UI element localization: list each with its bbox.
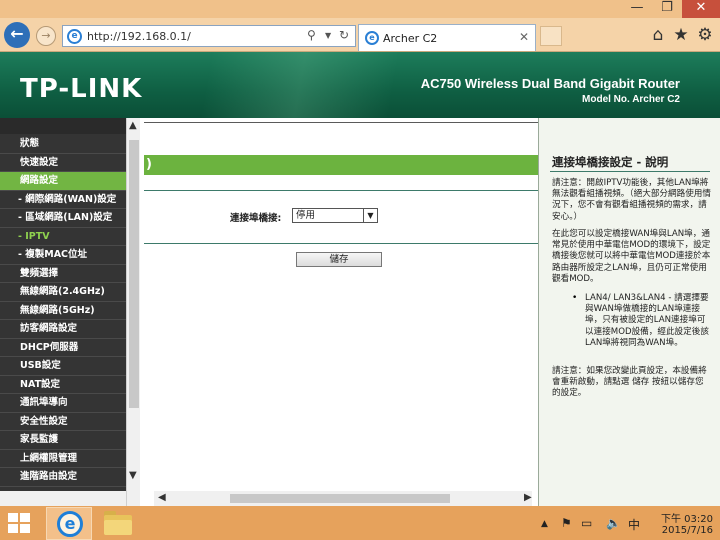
address-bar[interactable]: e ⚲ ▼ ↻ (62, 25, 356, 47)
chevron-down-icon[interactable]: ▼ (363, 209, 377, 222)
main-horizontal-scrollbar[interactable]: ◀ ▶ (154, 491, 532, 506)
menu-list: 狀態 快速設定 網路設定 - 網際網路(WAN)設定 - 區域網路(LAN)設定… (0, 135, 126, 487)
new-tab-button[interactable] (540, 26, 562, 46)
bullet-icon: • (572, 293, 578, 303)
sidebar-item-guest-network[interactable]: 訪客網路設定 (0, 320, 126, 339)
sidebar-item-iptv[interactable]: - IPTV (0, 228, 126, 246)
sidebar-item-quick-setup[interactable]: 快速設定 (0, 154, 126, 172)
ie-tab-icon: e (365, 31, 379, 45)
help-divider (550, 171, 710, 172)
windows-logo-icon (8, 524, 18, 533)
windows-logo-icon (20, 513, 30, 522)
ie-page-icon: e (67, 29, 82, 44)
home-icon[interactable]: ⌂ (648, 25, 668, 45)
maximize-button[interactable]: ❐ (652, 0, 682, 18)
volume-icon[interactable]: 🔈 (606, 516, 621, 530)
sidebar-item-advanced-routing[interactable]: 進階路由設定 (0, 468, 126, 487)
port-bridge-select[interactable]: 停用 ▼ (292, 208, 378, 223)
sidebar-item-dhcp[interactable]: DHCP伺服器 (0, 339, 126, 357)
sidebar-item-mac-clone[interactable]: - 複製MAC位址 (0, 246, 126, 265)
taskbar-ie-button[interactable]: e (46, 507, 92, 540)
sidebar-item-wireless-24[interactable]: 無線網路(2.4GHz) (0, 283, 126, 302)
windows-logo-icon (8, 513, 18, 522)
forward-button[interactable]: → (36, 26, 56, 46)
sidebar-item-wireless-5[interactable]: 無線網路(5GHz) (0, 302, 126, 320)
address-input[interactable] (87, 28, 277, 44)
taskbar-explorer-button[interactable] (104, 511, 132, 535)
windows-logo-icon (20, 524, 30, 533)
tab-archer-c2[interactable]: e Archer C2 ✕ (358, 24, 536, 51)
back-button[interactable]: ← (4, 22, 30, 48)
sidebar-item-usb[interactable]: USB設定 (0, 357, 126, 376)
section-title-bar: ) (144, 155, 540, 175)
sidebar-scrollbar[interactable]: ▲ ▼ (126, 118, 140, 506)
sidebar-item-wan[interactable]: - 網際網路(WAN)設定 (0, 191, 126, 209)
sidebar-scroll-thumb[interactable] (129, 140, 139, 408)
tab-title: Archer C2 (383, 32, 438, 45)
internet-explorer-icon: e (57, 511, 83, 537)
sidebar-item-nat[interactable]: NAT設定 (0, 376, 126, 394)
action-center-flag-icon[interactable]: ⚑ (561, 516, 572, 530)
help-panel: 連接埠橋接設定 - 說明 請注意：開啟IPTV功能後，其他LAN埠將無法觀看組播… (538, 118, 720, 506)
sidebar-item-access-control[interactable]: 上網權限管理 (0, 450, 126, 468)
sidebar-item-status[interactable]: 狀態 (0, 135, 126, 154)
help-paragraph: 在此您可以設定橋接WAN埠與LAN埠，通常見於使用中華電信MOD的環境下，設定橋… (552, 229, 711, 284)
top-divider (144, 122, 542, 123)
scroll-right-icon[interactable]: ▶ (524, 492, 532, 503)
gear-icon[interactable]: ⚙ (695, 25, 715, 45)
sidebar-item-dual-band[interactable]: 雙頻選擇 (0, 265, 126, 283)
sidebar-item-port-forwarding[interactable]: 通訊埠導向 (0, 394, 126, 413)
refresh-icon[interactable]: ↻ (339, 28, 349, 42)
help-paragraph: 請注意：如果您改變此頁設定，本設備將會重新啟動，請點選 儲存 按紐以儲存您的設定… (552, 366, 707, 399)
tp-link-logo: TP-LINK (20, 74, 143, 104)
search-icon[interactable]: ⚲ (307, 28, 316, 42)
address-dropdown-icon[interactable]: ▼ (325, 31, 331, 40)
port-bridge-label: 連接埠橋接: (230, 213, 282, 224)
show-hidden-icons-icon[interactable]: ▲ (541, 519, 548, 529)
clock-date[interactable]: 2015/7/16 (653, 525, 713, 536)
router-header: TP-LINK AC750 Wireless Dual Band Gigabit… (0, 52, 720, 118)
sidebar-item-lan[interactable]: - 區域網路(LAN)設定 (0, 209, 126, 228)
sidebar-menu: 狀態 快速設定 網路設定 - 網際網路(WAN)設定 - 區域網路(LAN)設定… (0, 118, 140, 506)
scroll-down-icon[interactable]: ▼ (129, 470, 137, 481)
tab-close-icon[interactable]: ✕ (519, 30, 529, 44)
help-paragraph: 請注意：開啟IPTV功能後，其他LAN埠將無法觀看組播視頻。（絕大部分網路使用情… (552, 178, 711, 222)
main-scroll-thumb[interactable] (230, 494, 450, 503)
minimize-button[interactable]: — (622, 0, 652, 18)
main-content: ) 連接埠橋接: 停用 ▼ 儲存 ◀ ▶ (140, 118, 542, 506)
windows-start-button[interactable] (8, 513, 30, 533)
sidebar-item-network[interactable]: 網路設定 (0, 172, 126, 191)
sidebar-item-parental-control[interactable]: 家長監護 (0, 431, 126, 450)
network-icon[interactable]: ▭ (581, 516, 592, 530)
help-title: 連接埠橋接設定 - 說明 (552, 155, 669, 169)
help-bullet-item: LAN4/ LAN3&LAN4 - 請選擇要與WAN埠做橋接的LAN埠連接埠，只… (585, 293, 709, 348)
sidebar-horizontal-scrollbar[interactable] (0, 491, 126, 506)
divider (144, 243, 540, 244)
browser-nav-bar: ← → e ⚲ ▼ ↻ e Archer C2 ✕ ⌂ ★ ⚙ (0, 18, 720, 52)
product-name: AC750 Wireless Dual Band Gigabit Router (420, 76, 680, 91)
window-title-bar: — ❐ ✕ (0, 0, 720, 18)
clock-time[interactable]: 下午 03:20 (653, 510, 713, 525)
save-button[interactable]: 儲存 (296, 252, 382, 267)
scroll-up-icon[interactable]: ▲ (129, 120, 137, 131)
model-number: Model No. Archer C2 (582, 94, 680, 105)
ime-indicator[interactable]: 中 (628, 516, 640, 533)
sidebar-top-spacer (0, 118, 126, 134)
taskbar: e ▲ ⚑ ▭ 🔈 中 下午 03:20 2015/7/16 (0, 506, 720, 540)
close-button[interactable]: ✕ (682, 0, 720, 18)
port-bridge-selected-value: 停用 (296, 210, 316, 221)
scroll-left-icon[interactable]: ◀ (158, 492, 166, 503)
folder-icon (104, 520, 132, 535)
favorites-icon[interactable]: ★ (671, 25, 691, 45)
header-decoration (150, 52, 450, 118)
divider (144, 190, 540, 191)
sidebar-item-security[interactable]: 安全性設定 (0, 413, 126, 431)
